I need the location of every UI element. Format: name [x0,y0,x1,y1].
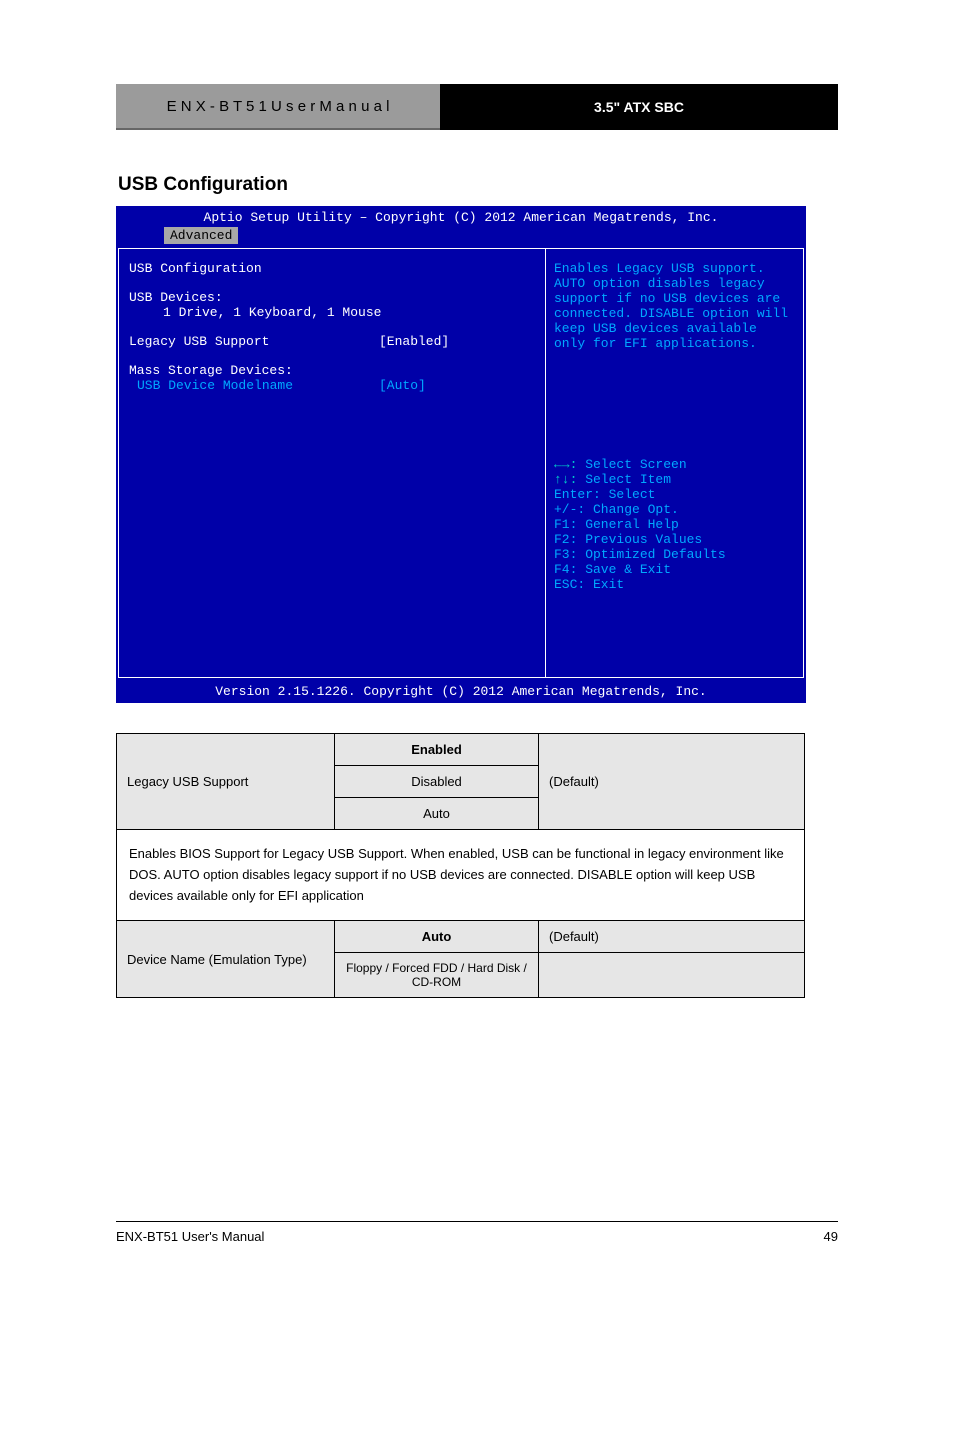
row2-blank [539,953,805,998]
footer-rule [116,1221,838,1222]
usb-devices-value: 1 Drive, 1 Keyboard, 1 Mouse [129,305,535,320]
usb-devices-label: USB Devices: [129,290,535,305]
footer-right: 49 [638,1225,838,1244]
settings-table: Legacy USB Support Enabled (Default) Dis… [116,733,805,998]
row-note: Enables BIOS Support for Legacy USB Supp… [117,830,805,921]
row2-name: Device Name (Emulation Type) [117,921,335,998]
bios-help-text: Enables Legacy USB support. AUTO option … [546,249,803,449]
legacy-usb-label[interactable]: Legacy USB Support [129,334,379,349]
row1-opt1: Enabled [335,734,539,766]
mass-device-value[interactable]: [Auto] [379,378,426,393]
bios-nav-hints: ←→: Select Screen ↑↓: Select Item Enter:… [546,449,803,604]
bios-left-panel: USB Configuration USB Devices: 1 Drive, … [118,248,546,678]
row2-opt2: Floppy / Forced FDD / Hard Disk / CD-ROM [335,953,539,998]
footer-left: ENX-BT51 User's Manual [116,1225,316,1244]
row2-default: (Default) [539,921,805,953]
bios-tabrow: Advanced [116,227,806,246]
bios-heading: USB Configuration [129,261,535,276]
bios-right-panel: Enables Legacy USB support. AUTO option … [546,248,804,678]
bios-footer: Version 2.15.1226. Copyright (C) 2012 Am… [116,680,806,703]
bios-screenshot: Aptio Setup Utility – Copyright (C) 2012… [116,206,806,703]
row1-opt2: Disabled [335,766,539,798]
row1-name: Legacy USB Support [117,734,335,830]
bios-title: Aptio Setup Utility – Copyright (C) 2012… [116,206,806,227]
legacy-usb-value[interactable]: [Enabled] [379,334,449,349]
row2-opt1: Auto [335,921,539,953]
row1-default: (Default) [539,734,805,830]
header-left: E N X - B T 5 1 U s e r M a n u a l [116,84,440,130]
mass-device-name[interactable]: USB Device Modelname [129,378,379,393]
header-right: 3.5" ATX SBC [440,84,838,130]
mass-storage-label: Mass Storage Devices: [129,363,535,378]
page-header: E N X - B T 5 1 U s e r M a n u a l 3.5"… [116,84,838,130]
tab-advanced[interactable]: Advanced [164,227,238,244]
section-title: USB Configuration [118,174,838,196]
row1-opt3: Auto [335,798,539,830]
